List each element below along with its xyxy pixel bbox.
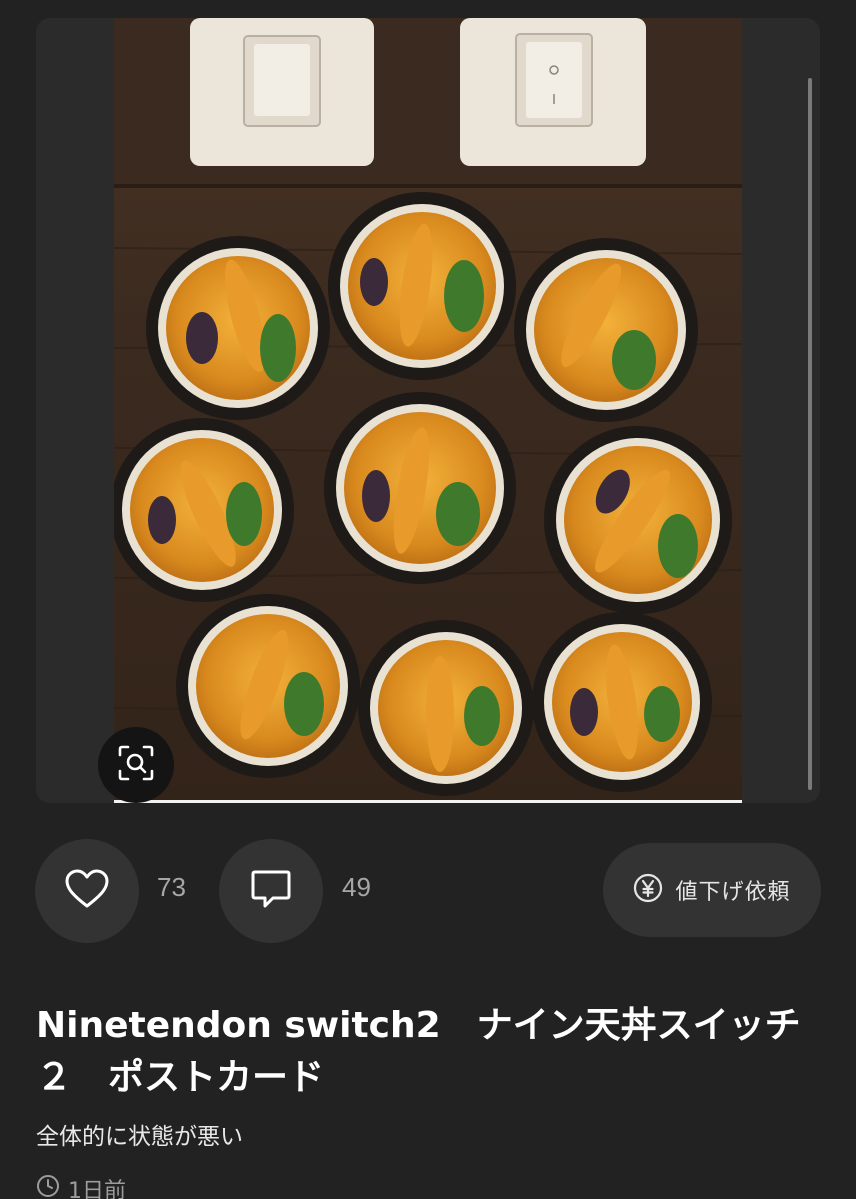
item-condition: 全体的に状態が悪い [36, 1124, 243, 1150]
listing-page: 73 49 値下げ依頼 Ninetendon switch2 ナイン天丼スイッチ… [0, 0, 856, 1199]
heart-icon [64, 868, 110, 914]
posted-time-label: 1日前 [68, 1179, 126, 1199]
image-search-icon [117, 744, 155, 786]
clock-icon [36, 1174, 60, 1199]
posted-time: 1日前 [36, 1173, 126, 1199]
light-switch-right [460, 18, 646, 166]
price-reduction-request-label: 値下げ依頼 [675, 880, 791, 905]
comment-button[interactable] [219, 839, 323, 943]
image-search-button[interactable] [98, 727, 174, 803]
price-reduction-request-button[interactable]: 値下げ依頼 [603, 843, 821, 937]
product-photo[interactable] [114, 18, 742, 803]
tendon-photo-illustration [114, 18, 742, 796]
image-indicator [114, 800, 742, 803]
product-image-card[interactable] [36, 18, 820, 803]
listing-title: Ninetendon switch2 ナイン天丼スイッチ２ ポストカード [36, 1005, 801, 1098]
comment-count: 49 [342, 872, 371, 902]
image-scrollbar[interactable] [808, 78, 812, 790]
light-switch-left [190, 18, 374, 166]
yen-icon [633, 873, 663, 907]
like-button[interactable] [35, 839, 139, 943]
speech-bubble-icon [249, 867, 293, 915]
like-count: 73 [157, 872, 186, 902]
